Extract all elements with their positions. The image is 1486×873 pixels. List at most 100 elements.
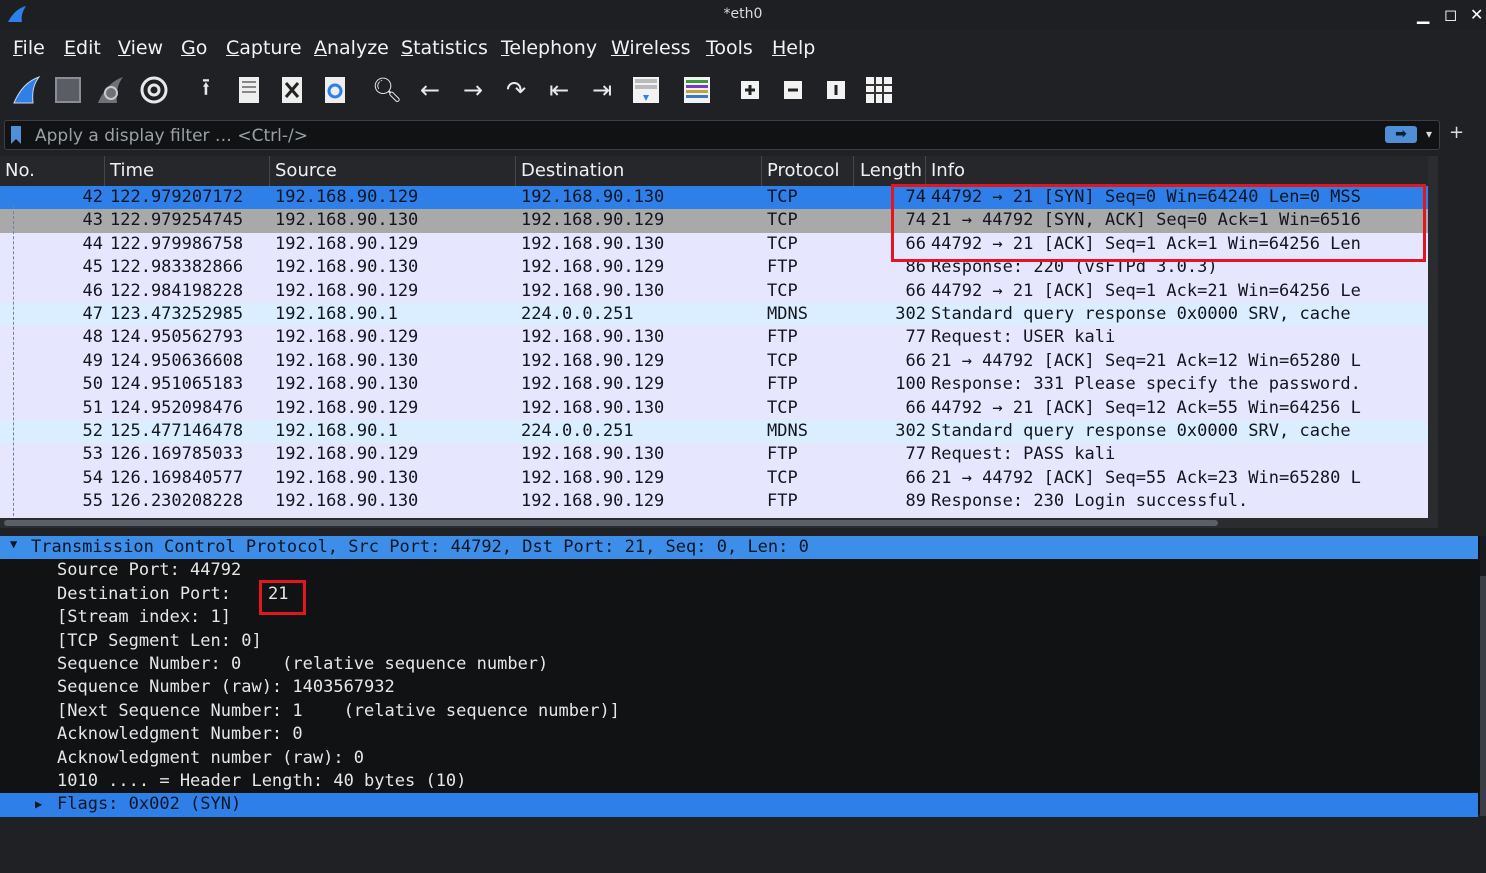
packet-list-header: No. Time Source Destination Protocol Len… [0,156,1430,186]
menu-tools[interactable]: Tools [706,37,753,59]
detail-line[interactable]: [Next Sequence Number: 1 (relative seque… [0,700,1480,723]
detail-line[interactable]: Acknowledgment Number: 0 [0,723,1480,746]
packet-length: 302 [895,304,926,324]
tcp-tree-header[interactable]: ▼ Transmission Control Protocol, Src Por… [0,536,1478,560]
packet-list-vertical-scrollbar[interactable] [1428,156,1438,518]
detail-line[interactable]: Acknowledgment number (raw): 0 [0,747,1480,770]
normal-size-icon[interactable] [818,72,854,108]
detail-line-destination-port[interactable]: Destination Port: 21 [0,583,1480,606]
capture-options-icon[interactable] [136,72,172,108]
column-no[interactable]: No. [5,160,35,181]
menu-help[interactable]: Help [772,37,815,59]
resize-columns-icon[interactable] [861,72,897,108]
detail-line[interactable]: Sequence Number: 0 (relative sequence nu… [0,653,1480,676]
column-length[interactable]: Length [860,160,922,181]
menu-capture[interactable]: Capture [226,37,302,59]
colorize-icon[interactable] [679,72,715,108]
column-destination[interactable]: Destination [521,160,624,181]
autoscroll-icon[interactable] [628,72,664,108]
save-file-icon[interactable] [231,72,267,108]
detail-line[interactable]: 1010 .... = Header Length: 40 bytes (10) [0,770,1480,793]
packet-row[interactable]: 53 126.169785033 192.168.90.129 192.168.90.… [0,443,1430,467]
menu-view[interactable]: View [118,37,163,59]
packet-source: 192.168.90.130 [275,210,419,231]
menu-wireless[interactable]: Wireless [611,37,691,59]
close-file-icon[interactable] [274,72,310,108]
column-source[interactable]: Source [275,160,337,181]
packet-row[interactable]: 43 122.979254745 192.168.90.130 192.168.90.… [0,209,1430,233]
column-info[interactable]: Info [931,160,965,181]
packet-row[interactable]: 55 126.230208228 192.168.90.130 192.168.90.… [0,490,1430,514]
detail-line[interactable]: Source Port: 44792 [0,559,1480,582]
destination-port-value: 21 [268,583,289,604]
go-forward-icon[interactable]: → [455,72,491,108]
packet-row[interactable]: 49 124.950636608 192.168.90.130 192.168.90.… [0,349,1430,374]
stop-capture-icon[interactable] [50,72,86,108]
tcp-header-text: Transmission Control Protocol, Src Port:… [31,537,809,557]
restart-capture-icon[interactable] [92,72,128,108]
collapse-arrow-icon[interactable]: ▼ [10,537,17,551]
pane-splitter[interactable] [0,528,1486,536]
packet-row[interactable]: 47 123.473252985 192.168.90.1 224.0.0.251 MD… [0,303,1430,327]
last-packet-icon[interactable]: ⇥ [584,72,620,108]
packet-source: 192.168.90.1 [275,421,398,441]
zoom-out-icon[interactable] [775,72,811,108]
open-file-icon[interactable]: ⭱ [188,72,224,108]
packet-length: 66 [905,467,926,488]
menu-analyze[interactable]: Analyze [314,37,389,59]
packet-time: 122.979254745 [110,210,244,231]
conversation-tree-line [13,206,15,516]
detail-line[interactable]: [Stream index: 1] [0,606,1480,629]
menu-telephony[interactable]: Telephony [501,37,597,59]
packet-row[interactable]: 54 126.169840577 192.168.90.130 192.168.90.… [0,466,1430,491]
packet-row[interactable]: 45 122.983382866 192.168.90.130 192.168.90.… [0,256,1430,280]
packet-protocol: TCP [767,280,798,301]
packet-row[interactable]: 51 124.952098476 192.168.90.129 192.168.90.… [0,396,1430,420]
details-vertical-scrollbar[interactable] [1480,536,1486,816]
filter-history-dropdown-icon[interactable]: ▾ [1426,127,1432,141]
reload-file-icon[interactable] [317,72,353,108]
detail-line[interactable]: Sequence Number (raw): 1403567932 [0,676,1480,699]
packet-protocol: TCP [767,210,798,231]
find-packet-icon[interactable]: 🔍︎ [369,72,405,108]
packet-protocol: FTP [767,444,798,465]
packet-row[interactable]: 46 122.984198228 192.168.90.129 192.168.90.… [0,279,1430,303]
packet-protocol: TCP [767,350,798,371]
packet-source: 192.168.90.129 [275,280,419,301]
first-packet-icon[interactable]: ⇤ [541,72,577,108]
packet-no: 42 [82,187,103,207]
start-capture-icon[interactable] [8,72,44,108]
apply-filter-button[interactable]: ➡ [1385,126,1417,143]
packet-row[interactable]: 48 124.950562793 192.168.90.129 192.168.90.… [0,326,1430,350]
flags-tree-row[interactable]: ▶ Flags: 0x002 (SYN) [0,793,1478,817]
packet-destination: 192.168.90.130 [521,397,665,418]
column-time[interactable]: Time [110,160,154,181]
menu-file[interactable]: File [13,37,45,59]
menu-edit[interactable]: Edit [64,37,101,59]
packet-row[interactable]: 50 124.951065183 192.168.90.130 192.168.90.… [0,373,1430,397]
go-to-packet-icon[interactable]: ↷ [498,72,534,108]
zoom-in-icon[interactable] [732,72,768,108]
packet-row[interactable]: 44 122.979986758 192.168.90.129 192.168.90.… [0,232,1430,257]
go-back-icon[interactable]: ← [412,72,448,108]
maximize-icon[interactable]: ◻ [1444,5,1457,24]
close-icon[interactable]: ✕ [1470,5,1483,24]
column-protocol[interactable]: Protocol [767,160,840,181]
packet-list-horizontal-scrollbar[interactable] [0,518,1438,528]
bookmark-icon[interactable] [9,125,23,145]
display-filter-input[interactable] [33,123,1377,149]
packet-no: 46 [82,280,103,301]
packet-row[interactable]: 42 122.979207172 192.168.90.129 192.168.90.… [0,186,1430,210]
packet-time: 122.984198228 [110,280,244,301]
flags-text: Flags: 0x002 (SYN) [57,794,242,815]
expand-arrow-icon[interactable]: ▶ [35,797,42,811]
packet-length: 74 [905,210,926,231]
menu-go[interactable]: Go [181,37,207,59]
packet-row[interactable]: 52 125.477146478 192.168.90.1 224.0.0.251 MD… [0,420,1430,444]
add-filter-button-icon[interactable]: + [1449,122,1464,143]
detail-line[interactable]: [TCP Segment Len: 0] [0,630,1480,653]
packet-source: 192.168.90.129 [275,397,419,418]
packet-protocol: FTP [767,374,798,395]
menu-statistics[interactable]: Statistics [401,37,488,59]
minimize-icon[interactable]: ▁ [1417,5,1429,24]
